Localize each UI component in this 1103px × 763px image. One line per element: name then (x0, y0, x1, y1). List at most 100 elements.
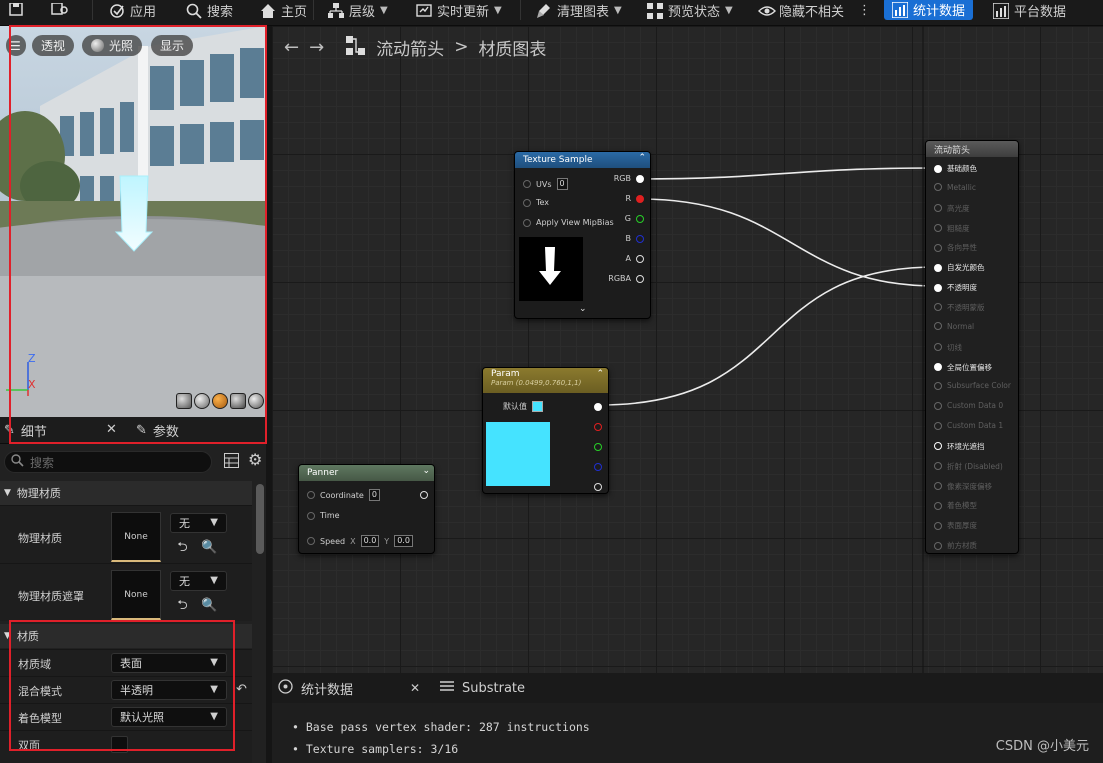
use-selected-icon[interactable]: ⮌ (175, 598, 190, 613)
tab-params[interactable]: ✎ 参数 (136, 417, 179, 444)
result-input-pin[interactable]: 切线 (934, 342, 962, 353)
shading-combo[interactable]: 默认光照 ▼ (111, 707, 227, 727)
reset-to-default-icon[interactable]: ↶ (236, 682, 247, 697)
lit-mode-button[interactable]: 光照 (82, 35, 143, 56)
coordinate-pin[interactable]: Coordinate 0 (307, 489, 380, 501)
preview-viewport[interactable]: ☰ 透视 光照 显示 Z X (0, 26, 266, 417)
out-rgba-pin[interactable]: RGBA (608, 274, 644, 283)
out-b-pin-icon[interactable] (594, 463, 602, 471)
perspective-button[interactable]: 透视 (32, 35, 75, 56)
apply-button[interactable]: 应用 (109, 0, 156, 20)
show-button[interactable]: 显示 (151, 35, 194, 56)
cylinder-shape-icon[interactable] (176, 393, 192, 409)
cube-shape-icon[interactable] (230, 393, 246, 409)
phys-mask-combo[interactable]: 无 ▼ (170, 571, 227, 591)
platform-stats-button[interactable]: 平台数据 (992, 0, 1066, 20)
result-input-pin[interactable]: Metallic (934, 183, 976, 192)
live-update-button[interactable]: 实时更新 ▼ (416, 0, 502, 20)
result-input-pin[interactable]: Normal (934, 322, 974, 331)
phys-mask-thumbnail[interactable]: None (111, 570, 161, 620)
uvs-value[interactable]: 0 (556, 178, 568, 190)
result-input-pin[interactable]: 前方材质 (934, 540, 977, 551)
result-input-pin[interactable]: 环境光遮挡 (934, 441, 985, 452)
out-r-pin[interactable]: R (625, 194, 644, 203)
uvs-pin[interactable]: UVs 0 (523, 178, 568, 190)
close-icon[interactable]: ✕ (106, 422, 117, 437)
stats-button[interactable]: 统计数据 (884, 0, 974, 20)
texture-node-header[interactable]: Texture Sample ⌃ (515, 152, 650, 168)
forward-arrow-icon[interactable]: → (309, 37, 324, 58)
details-scrollbar[interactable] (256, 484, 264, 554)
more-options-button[interactable]: ⋮ (858, 0, 871, 20)
plane-shape-icon[interactable] (212, 393, 228, 409)
back-arrow-icon[interactable]: ← (284, 37, 299, 58)
param-node[interactable]: Param Param (0.0499,0.760,1,1) ⌃ 默认值 (482, 367, 609, 494)
panner-node-header[interactable]: Panner ⌄ (299, 465, 434, 481)
breadcrumb-root[interactable]: 流动箭头 (376, 35, 444, 60)
hierarchy-button[interactable]: 层级 ▼ (328, 0, 388, 20)
use-selected-icon[interactable]: ⮌ (175, 540, 190, 555)
out-rgb-pin[interactable]: RGB (614, 174, 644, 183)
search-button[interactable]: 搜索 (186, 0, 233, 20)
save-button[interactable] (8, 0, 24, 20)
speed-x-value[interactable]: 0.0 (360, 535, 380, 547)
out-a-pin-icon[interactable] (594, 483, 602, 491)
param-node-header[interactable]: Param Param (0.0499,0.760,1,1) ⌃ (483, 368, 608, 393)
hide-unrelated-button[interactable]: 隐藏不相关 (758, 0, 844, 20)
browse-button[interactable] (50, 0, 68, 20)
result-input-pin[interactable]: Custom Data 1 (934, 421, 1003, 430)
teapot-shape-icon[interactable] (248, 393, 264, 409)
gear-icon[interactable]: ⚙ (248, 450, 262, 469)
out-g-pin[interactable]: G (625, 214, 644, 223)
result-input-pin[interactable]: 表面厚度 (934, 520, 977, 531)
out-b-pin[interactable]: B (626, 234, 644, 243)
preview-shape-selector[interactable] (176, 393, 264, 409)
phys-material-thumbnail[interactable]: None (111, 512, 161, 562)
material-result-node[interactable]: 流动箭头 基础颜色 Metallic 高光度 粗糙度 各向异性 自发光颜色 不透明度 不透明蒙… (925, 140, 1019, 554)
mipbias-pin[interactable]: Apply View MipBias (523, 218, 614, 227)
result-input-pin[interactable]: 全局位置偏移 (934, 362, 992, 373)
result-input-pin[interactable]: 自发光颜色 (934, 262, 985, 273)
time-pin[interactable]: Time (307, 511, 340, 520)
result-node-header[interactable]: 流动箭头 (926, 141, 1018, 157)
speed-y-value[interactable]: 0.0 (394, 535, 413, 547)
clean-graph-button[interactable]: 清理图表 ▼ (536, 0, 622, 20)
tab-details[interactable]: ✎ 细节 (4, 417, 47, 444)
details-search-input[interactable]: 搜索 (4, 451, 212, 473)
close-icon[interactable]: ✕ (410, 681, 420, 695)
browse-asset-icon[interactable]: 🔍 (201, 598, 217, 613)
material-graph[interactable]: ← → 流动箭头 > 材质图表 Texture Sample ⌃ UVs 0 Te… (272, 26, 1103, 673)
result-input-pin[interactable]: 不透明蒙版 (934, 302, 985, 313)
collapse-icon[interactable]: ⌃ (596, 369, 604, 379)
texture-sample-node[interactable]: Texture Sample ⌃ UVs 0 Tex Apply View Mip… (514, 151, 651, 319)
result-input-pin[interactable]: 像素深度偏移 (934, 481, 992, 492)
tab-substrate[interactable]: Substrate (440, 673, 525, 703)
category-physics[interactable]: ▼ 物理材质 (0, 481, 252, 505)
home-button[interactable]: 主页 (260, 0, 307, 20)
tex-pin[interactable]: Tex (523, 198, 549, 207)
out-a-pin[interactable]: A (626, 254, 644, 263)
phys-material-combo[interactable]: 无 ▼ (170, 513, 227, 533)
category-material[interactable]: ▼ 材质 (0, 624, 252, 648)
out-r-pin-icon[interactable] (594, 423, 602, 431)
preview-state-button[interactable]: 预览状态 ▼ (647, 0, 733, 20)
result-input-pin[interactable]: Subsurface Color (934, 381, 1011, 390)
out-g-pin-icon[interactable] (594, 443, 602, 451)
chevron-down-icon[interactable]: ⌄ (422, 466, 430, 476)
result-input-pin[interactable]: 各向异性 (934, 242, 977, 253)
output-pin-icon[interactable] (420, 491, 428, 499)
coordinate-value[interactable]: 0 (368, 489, 380, 501)
domain-combo[interactable]: 表面 ▼ (111, 653, 227, 673)
viewport-menu-button[interactable]: ☰ (6, 35, 26, 56)
tab-stats[interactable]: 统计数据 (278, 673, 353, 703)
result-input-pin[interactable]: Custom Data 0 (934, 401, 1003, 410)
result-input-pin[interactable]: 不透明度 (934, 282, 977, 293)
out-rgb-pin-icon[interactable] (594, 403, 602, 411)
sphere-shape-icon[interactable] (194, 393, 210, 409)
browse-asset-icon[interactable]: 🔍 (201, 540, 217, 555)
result-input-pin[interactable]: 折射 (Disabled) (934, 461, 1003, 472)
result-input-pin[interactable]: 着色模型 (934, 500, 977, 511)
grid-view-icon[interactable] (224, 453, 239, 471)
result-input-pin[interactable]: 粗糙度 (934, 223, 970, 234)
collapse-icon[interactable]: ⌃ (638, 153, 646, 163)
